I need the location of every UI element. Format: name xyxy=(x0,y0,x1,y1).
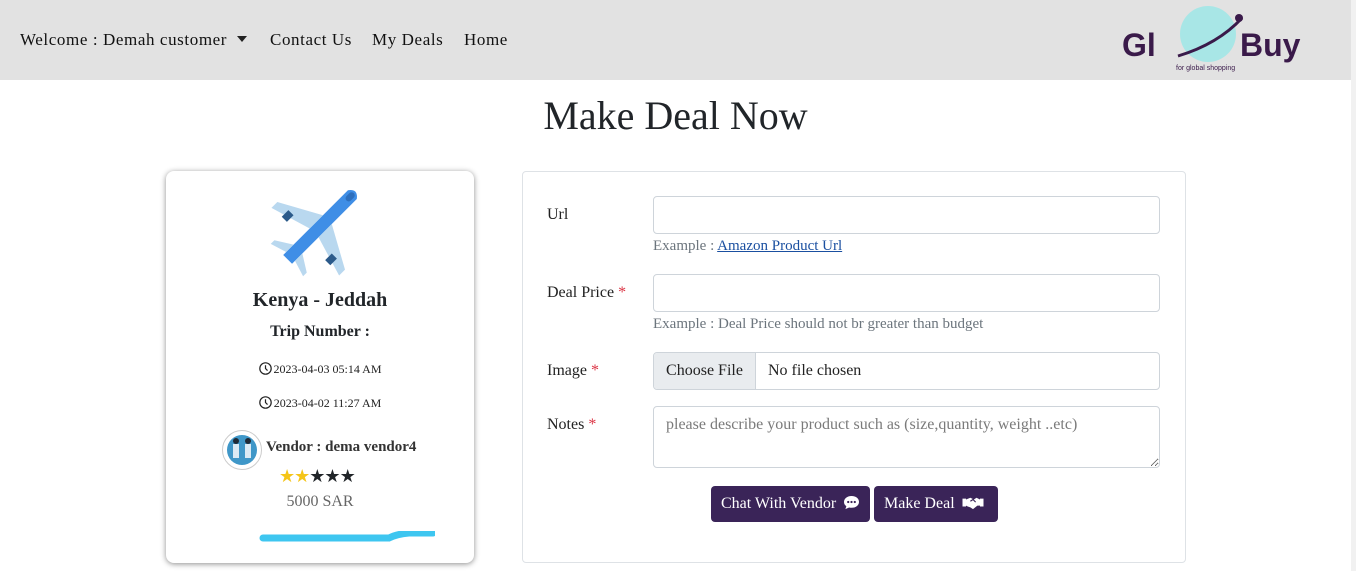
star-icon: ★ xyxy=(309,466,325,486)
nav-my-deals[interactable]: My Deals xyxy=(372,30,443,50)
trip-route: Kenya - Jeddah xyxy=(252,289,388,311)
choose-file-button[interactable]: Choose File xyxy=(654,353,756,389)
image-label: Image * xyxy=(547,362,599,380)
airplane-icon xyxy=(270,190,357,277)
chat-with-vendor-button[interactable]: Chat With Vendor xyxy=(711,486,870,522)
deal-price-input[interactable] xyxy=(653,274,1160,312)
vendor-avatar xyxy=(222,430,262,470)
clock-icon xyxy=(258,362,272,375)
url-label: Url xyxy=(547,206,569,223)
trip-card: Kenya - Jeddah Trip Number : 2023-04-03 … xyxy=(166,171,474,563)
logo-tagline: for global shopping xyxy=(1176,65,1235,72)
make-deal-button-label: Make Deal xyxy=(884,495,955,512)
nav-home[interactable]: Home xyxy=(464,30,508,50)
url-help: Example : Amazon Product Url xyxy=(653,238,842,255)
vendor-name[interactable]: Vendor : dema vendor4 xyxy=(266,439,416,456)
required-mark: * xyxy=(618,284,627,301)
logo-text-left: Gl xyxy=(1122,27,1156,63)
trip-date-2: 2023-04-02 11:27 AM xyxy=(166,396,474,411)
deal-price-help: Example : Deal Price should not br great… xyxy=(653,316,984,332)
make-deal-button[interactable]: Make Deal xyxy=(874,486,998,522)
image-file-input[interactable]: Choose File No file chosen xyxy=(653,352,1160,390)
logo-dot-shape xyxy=(1235,14,1243,22)
page-scrollbar[interactable] xyxy=(1351,0,1356,571)
url-help-prefix: Example : xyxy=(653,238,715,254)
image-label-text: Image xyxy=(547,362,587,379)
globuy-logo[interactable]: Gl Buy for global shopping xyxy=(1118,4,1328,74)
vendor-rating: ★★★★★ xyxy=(279,466,356,487)
deal-price-label-text: Deal Price xyxy=(547,284,615,301)
nav-contact-us[interactable]: Contact Us xyxy=(270,30,352,50)
clock-icon xyxy=(258,396,272,409)
chat-bubble-icon xyxy=(844,495,860,510)
handshake-icon xyxy=(962,497,984,510)
welcome-text: Welcome : Demah customer xyxy=(20,30,228,49)
star-icon: ★ xyxy=(294,466,310,486)
required-mark: * xyxy=(588,416,597,433)
trip-date-1: 2023-04-03 05:14 AM xyxy=(166,362,474,377)
navbar: Welcome : Demah customer Contact Us My D… xyxy=(0,0,1351,80)
logo-text-right: Buy xyxy=(1240,27,1301,63)
required-mark: * xyxy=(590,362,599,379)
trip-number-label: Trip Number : xyxy=(270,323,370,340)
trip-date-1-text: 2023-04-03 05:14 AM xyxy=(273,362,382,376)
chat-button-label: Chat With Vendor xyxy=(721,495,837,512)
star-icon: ★ xyxy=(279,466,295,486)
trip-budget: 5000 SAR xyxy=(286,493,354,510)
notes-label-text: Notes xyxy=(547,416,585,433)
star-icon: ★ xyxy=(324,466,340,486)
welcome-dropdown[interactable]: Welcome : Demah customer xyxy=(20,30,248,50)
caret-down-icon xyxy=(237,36,248,42)
deal-form: Url Example : Amazon Product Url Deal Pr… xyxy=(522,171,1186,563)
url-input[interactable] xyxy=(653,196,1160,234)
trip-date-2-text: 2023-04-02 11:27 AM xyxy=(273,396,382,410)
file-status: No file chosen xyxy=(768,362,862,379)
notes-label: Notes * xyxy=(547,416,596,434)
trip-progress-bar xyxy=(259,531,435,542)
amazon-product-url-link[interactable]: Amazon Product Url xyxy=(717,238,842,254)
deal-price-label: Deal Price * xyxy=(547,284,626,302)
page-title: Make Deal Now xyxy=(543,93,808,138)
star-icon: ★ xyxy=(339,466,356,486)
notes-textarea[interactable] xyxy=(653,406,1160,468)
